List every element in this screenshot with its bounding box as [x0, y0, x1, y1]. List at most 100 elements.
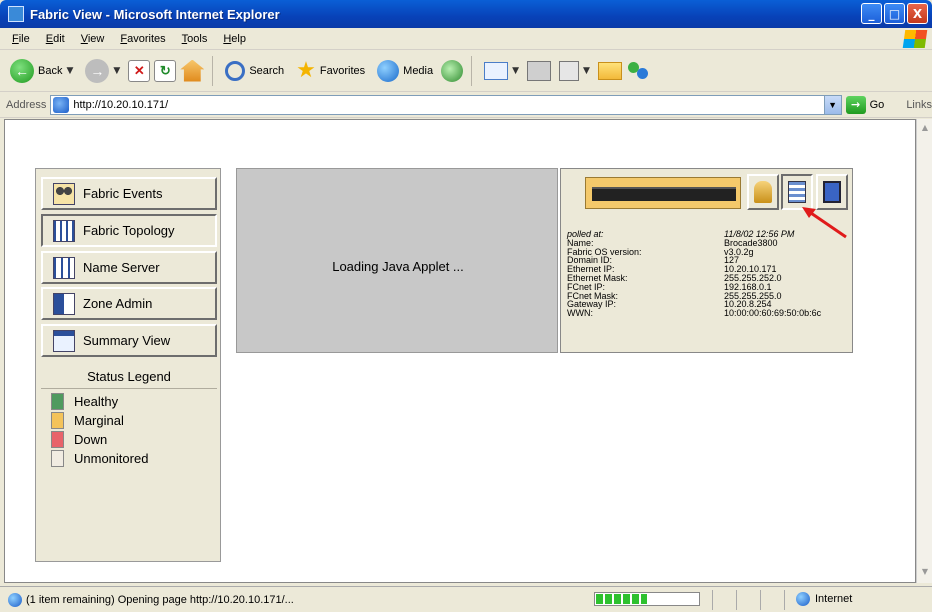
fabric-events-icon	[53, 182, 75, 205]
toolbar-separator	[471, 55, 473, 86]
mail-dropdown-icon[interactable]: ▼	[512, 66, 519, 76]
address-dropdown-icon[interactable]: ▼	[823, 95, 841, 114]
forward-dropdown-icon[interactable]: ▼	[113, 66, 120, 76]
address-label: Address	[6, 98, 47, 111]
print-button[interactable]	[527, 60, 552, 81]
switch-events-button[interactable]	[747, 174, 779, 210]
menu-edit[interactable]: Edit	[38, 33, 73, 45]
detail-value: 10:00:00:60:69:50:0b:6c	[724, 308, 822, 319]
applet-loading-text: Loading Java Applet ...	[332, 259, 464, 274]
legend-label: Healthy	[74, 394, 119, 409]
search-label: Search	[249, 64, 285, 77]
back-dropdown-icon[interactable]: ▼	[66, 66, 73, 76]
summary-view-button[interactable]: Summary View	[41, 324, 217, 357]
address-url: http://10.20.10.171/	[73, 98, 169, 111]
windows-logo-icon	[902, 30, 928, 48]
forward-arrow-icon: →	[85, 58, 110, 83]
history-button[interactable]	[441, 59, 464, 82]
name-server-button[interactable]: Name Server	[41, 251, 217, 284]
zone-admin-icon	[53, 292, 75, 315]
go-label: Go	[869, 98, 885, 111]
edit-dropdown-icon[interactable]: ▼	[583, 66, 590, 76]
messenger-person-icon	[636, 67, 648, 79]
forward-button[interactable]: → ▼	[81, 57, 124, 85]
standard-toolbar: ← Back ▼ → ▼ ✕ ↻ Search ★ Favorites Medi…	[0, 50, 932, 92]
back-button[interactable]: ← Back ▼	[6, 57, 77, 85]
ie-app-icon	[8, 6, 24, 22]
page-loading-icon	[8, 592, 22, 607]
home-button[interactable]	[180, 59, 205, 82]
go-button[interactable]: → Go	[845, 95, 885, 114]
links-button[interactable]: Links	[906, 99, 932, 111]
progress-bar	[594, 592, 700, 606]
java-applet-area: Loading Java Applet ...	[236, 168, 558, 353]
menu-bar: File Edit View Favorites Tools Help	[0, 28, 932, 50]
fabric-events-label: Fabric Events	[83, 186, 163, 201]
edit-button[interactable]: ▼	[555, 59, 594, 83]
fabric-nav-panel: Fabric Events Fabric Topology Name Serve…	[35, 168, 221, 562]
media-button[interactable]: Media	[373, 58, 437, 84]
refresh-button[interactable]: ↻	[154, 59, 177, 82]
progress-fill	[596, 594, 647, 604]
zone-admin-button[interactable]: Zone Admin	[41, 287, 217, 320]
bell-icon	[754, 181, 772, 203]
stop-button[interactable]: ✕	[128, 59, 151, 82]
name-server-icon	[53, 256, 75, 279]
summary-view-icon	[53, 329, 75, 352]
status-separator	[760, 590, 761, 610]
maximize-button[interactable]: □	[884, 3, 905, 24]
legend-label: Marginal	[74, 413, 124, 428]
detail-value: v3.0.2g	[724, 246, 754, 257]
favorites-star-icon: ★	[296, 58, 316, 83]
legend-label: Down	[74, 432, 108, 447]
toolbar-separator	[212, 55, 214, 86]
fabric-topology-label: Fabric Topology	[83, 223, 175, 238]
status-text: (1 item remaining) Opening page http://1…	[26, 593, 294, 606]
page-icon	[53, 96, 70, 113]
messenger-button[interactable]	[626, 60, 650, 82]
security-zone: Internet	[796, 592, 852, 606]
fabric-topology-button[interactable]: Fabric Topology	[41, 214, 217, 247]
switch-image[interactable]	[585, 177, 741, 209]
folder-button[interactable]	[597, 61, 622, 80]
name-server-label: Name Server	[83, 260, 160, 275]
healthy-swatch	[51, 393, 64, 410]
address-bar: Address http://10.20.10.171/ ▼ → Go Link…	[0, 92, 932, 118]
edit-icon	[559, 60, 580, 81]
mail-button[interactable]: ▼	[480, 60, 523, 82]
fabric-events-button[interactable]: Fabric Events	[41, 177, 217, 210]
status-legend-title: Status Legend	[41, 369, 217, 389]
close-button[interactable]: X	[907, 3, 928, 24]
legend-item: Down	[51, 431, 107, 448]
legend-item: Marginal	[51, 412, 124, 429]
zone-admin-label: Zone Admin	[83, 296, 153, 311]
legend-label: Unmonitored	[74, 451, 149, 466]
menu-tools[interactable]: Tools	[174, 33, 216, 45]
status-separator	[736, 590, 737, 610]
media-icon	[377, 59, 400, 82]
marginal-swatch	[51, 412, 64, 429]
scroll-down-icon[interactable]: ▼	[919, 567, 931, 579]
monitor-icon	[823, 181, 841, 203]
fabric-topology-icon	[53, 219, 75, 242]
back-label: Back	[38, 64, 63, 77]
scroll-up-icon[interactable]: ▲	[919, 123, 931, 135]
menu-favorites[interactable]: Favorites	[112, 33, 173, 45]
mail-icon	[484, 61, 509, 80]
media-label: Media	[403, 64, 434, 77]
menu-file[interactable]: File	[4, 33, 38, 45]
vertical-scrollbar[interactable]: ▲ ▼	[916, 119, 932, 583]
back-arrow-icon: ←	[10, 58, 34, 83]
title-bar: Fabric View - Microsoft Internet Explore…	[0, 0, 932, 28]
minimize-button[interactable]: _	[861, 3, 882, 24]
favorites-label: Favorites	[319, 64, 366, 77]
window-title: Fabric View - Microsoft Internet Explore…	[30, 6, 280, 22]
search-button[interactable]: Search	[221, 59, 288, 83]
legend-item: Healthy	[51, 393, 118, 410]
unmonitored-swatch	[51, 450, 64, 467]
favorites-button[interactable]: ★ Favorites	[292, 56, 369, 85]
menu-help[interactable]: Help	[215, 33, 254, 45]
menu-view[interactable]: View	[73, 33, 113, 45]
address-input[interactable]: http://10.20.10.171/ ▼	[50, 94, 842, 115]
zone-label: Internet	[815, 593, 853, 605]
